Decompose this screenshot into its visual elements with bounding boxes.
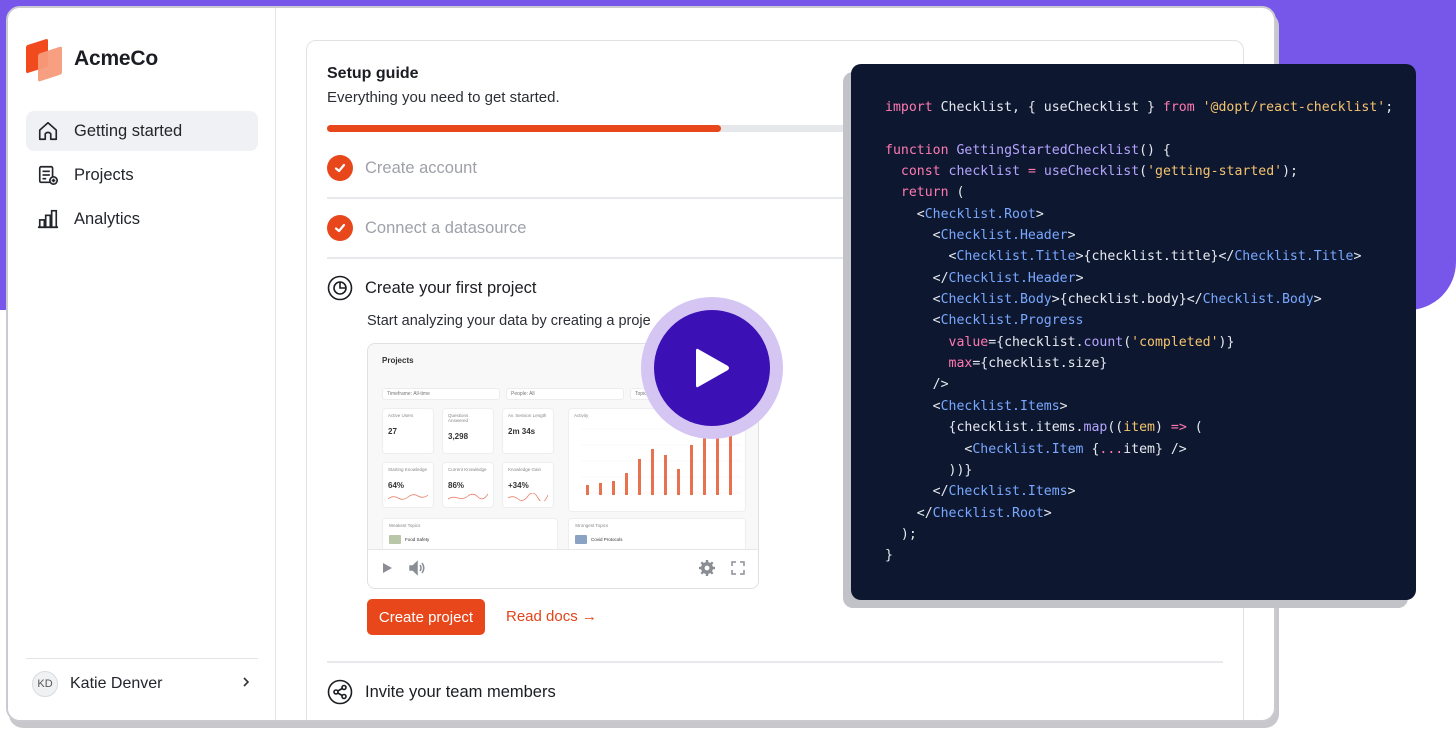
sidebar-item-label: Analytics: [74, 209, 141, 228]
read-docs-link[interactable]: Read docs →: [506, 608, 597, 625]
code-line: value={checklist.count('completed')}: [948, 334, 1235, 350]
avatar: KD: [32, 670, 58, 697]
code-line: </Checklist.Root>: [885, 505, 1052, 521]
fullscreen-icon[interactable]: [730, 560, 746, 581]
step-invite-team[interactable]: Invite your team members: [327, 679, 1223, 705]
play-icon[interactable]: [380, 561, 394, 580]
sidebar-item-projects[interactable]: Projects: [26, 155, 258, 195]
create-project-button[interactable]: Create project: [367, 599, 485, 635]
check-icon: [327, 215, 353, 241]
code-line: ))}: [885, 462, 973, 478]
code-line: <Checklist.Item {...item} />: [885, 441, 1187, 457]
code-line: <Checklist.Items>: [885, 398, 1068, 414]
video-controls: [368, 549, 758, 588]
step-label: Create your first project: [365, 278, 537, 297]
preview-stat-card: Active Users 27: [382, 408, 434, 454]
sidebar-item-label: Projects: [74, 165, 134, 184]
page-subtitle: Everything you need to get started.: [327, 89, 560, 106]
home-icon: [36, 119, 60, 143]
play-icon: [654, 310, 770, 426]
code-line: </Checklist.Items>: [885, 484, 1076, 500]
preview-stat-card: Starting Knowledge 64%: [382, 462, 434, 508]
preview-stat-card: Knowledge Gain +34%: [502, 462, 554, 508]
user-name: Katie Denver: [70, 674, 163, 692]
code-line: const checklist = useChecklist('getting-…: [900, 164, 1298, 180]
code-line: />: [885, 377, 949, 393]
preview-stat-card: Current Knowledge 86%: [442, 462, 494, 508]
preview-stat-card: Av. Session Length 2m 34s: [502, 408, 554, 454]
code-line: return (: [900, 185, 965, 201]
code-line: );: [885, 526, 917, 542]
pie-chart-icon: [327, 275, 353, 301]
divider: [327, 661, 1223, 663]
step-label: Connect a datasource: [365, 218, 527, 237]
user-menu[interactable]: KD Katie Denver: [26, 658, 258, 708]
code-line: }: [885, 548, 893, 564]
code-line: <Checklist.Progress: [885, 313, 1084, 329]
setup-progress-fill: [327, 125, 722, 132]
preview-filter: Timeframe: All-time: [382, 388, 500, 400]
share-icon: [327, 679, 353, 705]
code-line: <Checklist.Body>{checklist.body}</Checkl…: [885, 292, 1322, 308]
sidebar-item-label: Getting started: [74, 121, 183, 140]
video-play-button[interactable]: [641, 297, 783, 439]
sidebar-item-analytics[interactable]: Analytics: [26, 199, 258, 239]
preview-stat-card: Questions Answered 3,298: [442, 408, 494, 454]
code-line: <Checklist.Header>: [885, 228, 1076, 244]
code-line: {checklist.items.map((item) => (: [885, 420, 1203, 436]
code-line: <Checklist.Root>: [885, 206, 1044, 222]
code-line: <Checklist.Title>{checklist.title}</Chec…: [885, 249, 1362, 265]
logo-icon: [26, 38, 64, 82]
volume-icon[interactable]: [408, 559, 426, 581]
preview-filter: People: All: [506, 388, 624, 400]
code-line: </Checklist.Header>: [885, 270, 1084, 286]
check-icon: [327, 155, 353, 181]
code-line: max={checklist.size}: [948, 356, 1108, 372]
page-title: Setup guide: [327, 65, 419, 82]
code-line: import Checklist, { useChecklist } from …: [885, 100, 1394, 115]
bar-chart-icon: [36, 207, 60, 231]
sidebar: AcmeCo Getting started Projects Analytic…: [8, 8, 276, 720]
document-list-icon: [36, 163, 60, 187]
settings-icon[interactable]: [698, 559, 716, 582]
code-line: function GettingStartedChecklist() {: [885, 142, 1171, 158]
step-label: Invite your team members: [365, 682, 556, 701]
sidebar-item-getting-started[interactable]: Getting started: [26, 111, 258, 151]
brand-name: AcmeCo: [74, 47, 158, 70]
sidebar-nav: Getting started Projects Analytics: [26, 111, 258, 243]
chevron-right-icon: [240, 675, 252, 693]
code-snippet-panel: import Checklist, { useChecklist } from …: [851, 64, 1416, 600]
preview-title: Projects: [382, 356, 414, 365]
step-description: Start analyzing your data by creating a …: [367, 313, 651, 329]
code-block: import Checklist, { useChecklist } from …: [885, 97, 1393, 567]
step-label: Create account: [365, 158, 477, 177]
brand-logo[interactable]: AcmeCo: [26, 38, 158, 82]
